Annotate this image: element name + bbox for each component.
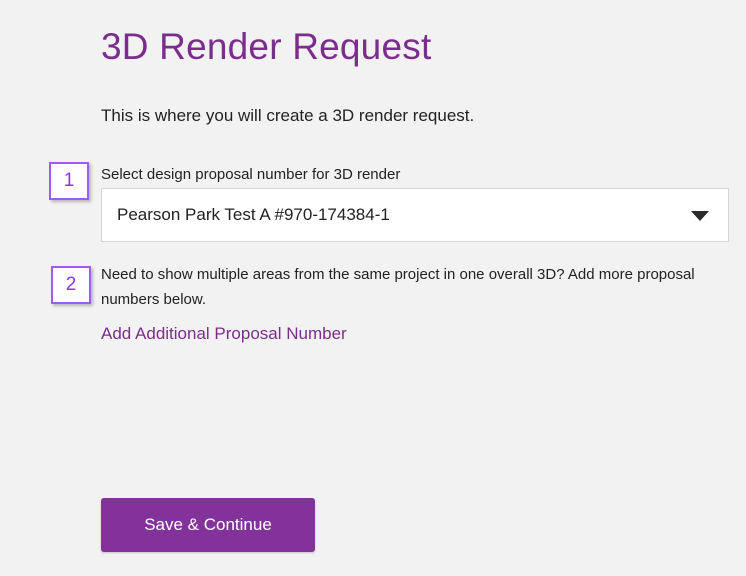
proposal-number-select[interactable]: Pearson Park Test A #970-174384-1 bbox=[101, 188, 729, 242]
step-badge-2: 2 bbox=[51, 266, 91, 304]
step-badge-1: 1 bbox=[49, 162, 89, 200]
page-title: 3D Render Request bbox=[101, 26, 432, 67]
save-continue-button[interactable]: Save & Continue bbox=[101, 498, 315, 552]
multiple-areas-note: Need to show multiple areas from the sam… bbox=[101, 266, 695, 308]
caret-down-icon bbox=[691, 211, 709, 221]
proposal-select-label: Select design proposal number for 3D ren… bbox=[101, 166, 401, 183]
render-request-page: 3D Render Request This is where you will… bbox=[0, 0, 746, 576]
add-additional-proposal-link[interactable]: Add Additional Proposal Number bbox=[101, 324, 347, 344]
proposal-select-value: Pearson Park Test A #970-174384-1 bbox=[117, 205, 390, 224]
intro-text: This is where you will create a 3D rende… bbox=[101, 106, 475, 125]
